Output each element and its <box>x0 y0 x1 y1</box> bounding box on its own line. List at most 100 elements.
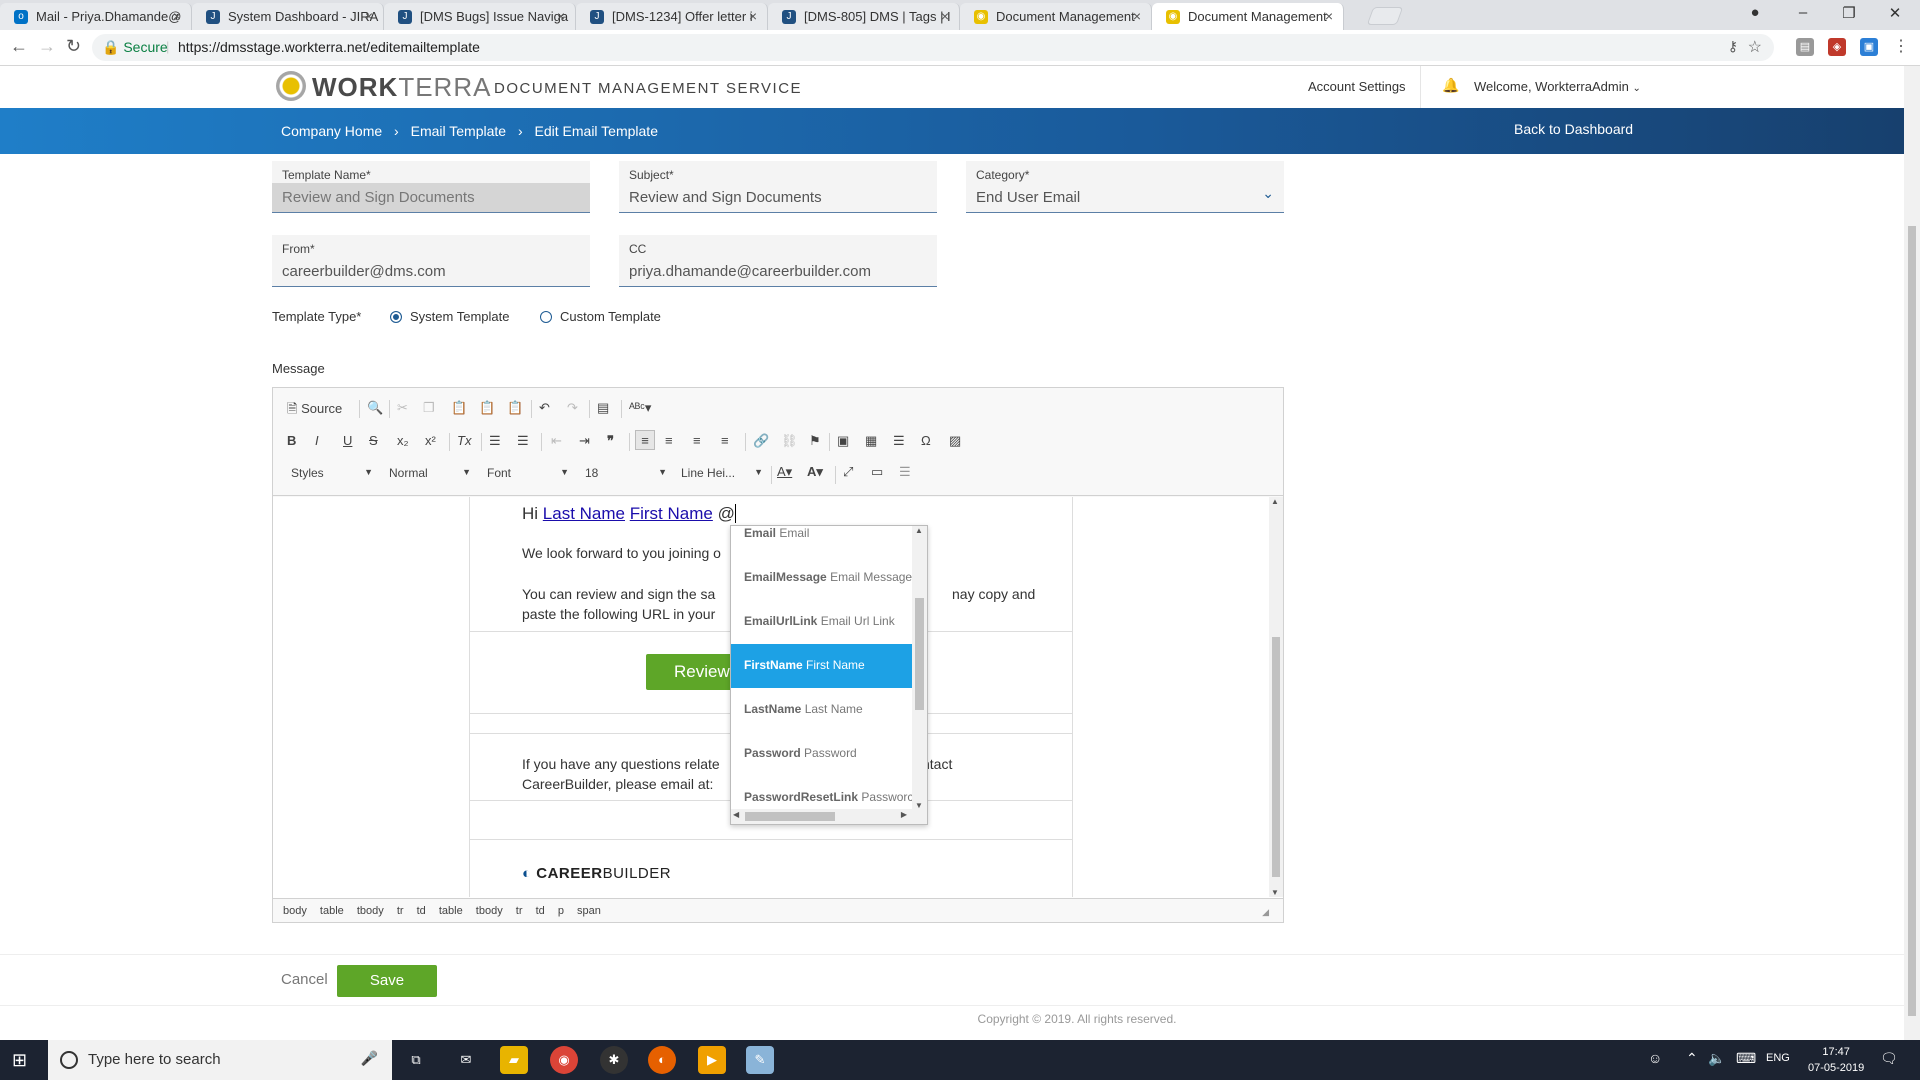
align-center-icon[interactable]: ≡ <box>665 433 673 448</box>
tray-expand-icon[interactable]: ⌃ <box>1686 1050 1698 1067</box>
secure-indicator[interactable]: 🔒 Secure <box>102 39 168 56</box>
image-icon[interactable]: ▨ <box>949 433 961 449</box>
browser-tab[interactable]: J System Dashboard - JIRA × <box>192 3 384 30</box>
path-item[interactable]: tr <box>516 905 523 917</box>
file-explorer-icon[interactable]: ▰ <box>500 1046 528 1074</box>
table-icon[interactable]: ▦ <box>865 433 877 449</box>
outdent-icon[interactable]: ⇤ <box>551 433 562 449</box>
mention-option-email[interactable]: Email Email <box>731 526 913 556</box>
browser-tab[interactable]: ◉ Document Management × <box>960 3 1152 30</box>
minimize-icon[interactable]: – <box>1788 4 1818 21</box>
browser-tab[interactable]: J [DMS-805] DMS | Tags | I × <box>768 3 960 30</box>
from-field[interactable]: From* careerbuilder@dms.com <box>272 235 590 287</box>
browser-tab[interactable]: J [DMS-1234] Offer letter i × <box>576 3 768 30</box>
editor-scroll-thumb[interactable] <box>1272 637 1280 877</box>
show-blocks-icon[interactable]: ☰ <box>899 464 911 480</box>
account-settings-link[interactable]: Account Settings <box>1308 79 1406 94</box>
firefox-icon[interactable]: ◐ <box>648 1046 676 1074</box>
path-item[interactable]: p <box>558 905 564 917</box>
bookmark-star-icon[interactable]: ☆ <box>1748 37 1762 57</box>
path-item[interactable]: td <box>417 905 426 917</box>
justify-icon[interactable]: ≡ <box>721 433 729 448</box>
last-name-placeholder[interactable]: Last Name <box>543 504 625 523</box>
radio-system-template[interactable]: System Template <box>390 309 509 324</box>
extension-icon[interactable]: ◈ <box>1828 38 1846 56</box>
undo-icon[interactable]: ↶ <box>539 400 550 416</box>
numbered-list-icon[interactable]: ☰ <box>489 433 501 449</box>
chrome-icon[interactable]: ◉ <box>550 1046 578 1074</box>
close-tab-icon[interactable]: × <box>557 8 565 24</box>
cut-icon[interactable]: ✂ <box>397 400 408 416</box>
close-window-icon[interactable]: ✕ <box>1880 4 1910 22</box>
maximize-icon[interactable]: ⤢ <box>843 464 853 480</box>
extension-icon[interactable]: ▣ <box>1860 38 1878 56</box>
subscript-icon[interactable]: x₂ <box>397 433 409 448</box>
remove-format-icon[interactable]: Tx <box>457 433 471 448</box>
cc-field[interactable]: CC priya.dhamande@careerbuilder.com <box>619 235 937 287</box>
notification-bell-icon[interactable]: 🔔 <box>1442 77 1459 94</box>
redo-icon[interactable]: ↷ <box>567 400 578 416</box>
subject-value[interactable]: Review and Sign Documents <box>629 189 822 206</box>
radio-selected-icon[interactable] <box>390 311 402 323</box>
path-item[interactable]: span <box>577 905 601 917</box>
url-field[interactable]: 🔒 Secure | https://dmsstage.workterra.ne… <box>92 34 1774 61</box>
breadcrumb-company-home[interactable]: Company Home <box>281 123 382 139</box>
notepad-icon[interactable]: ✎ <box>746 1046 774 1074</box>
scroll-down-arrow-icon[interactable]: ▼ <box>1271 888 1279 897</box>
chevron-down-icon[interactable]: ⌄ <box>1262 185 1274 202</box>
path-item[interactable]: body <box>283 905 307 917</box>
italic-icon[interactable]: I <box>315 433 319 448</box>
paste-word-icon[interactable]: 📋 <box>507 400 523 416</box>
key-icon[interactable]: ⚷ <box>1728 38 1738 55</box>
close-tab-icon[interactable]: × <box>1325 8 1333 24</box>
path-item[interactable]: table <box>320 905 344 917</box>
path-item[interactable]: tbody <box>357 905 384 917</box>
spellcheck-icon[interactable]: ᴬᴮᶜ▾ <box>629 400 651 416</box>
microphone-icon[interactable]: 🎤 <box>361 1050 378 1067</box>
dropdown-vertical-scrollbar[interactable]: ▲ ▼ <box>912 526 927 810</box>
menu-icon[interactable]: ⋮ <box>1892 38 1910 56</box>
subject-field[interactable]: Subject* Review and Sign Documents <box>619 161 937 213</box>
mention-option-emailmessage[interactable]: EmailMessage Email Message <box>731 556 913 600</box>
styles-dropdown[interactable]: Styles ▼ <box>291 466 373 486</box>
editor-vertical-scrollbar[interactable]: ▲ ▼ <box>1269 497 1283 897</box>
user-menu[interactable]: Welcome, WorkterraAdmin ⌄ <box>1474 79 1641 94</box>
path-item[interactable]: table <box>439 905 463 917</box>
people-icon[interactable]: ☺ <box>1648 1050 1662 1066</box>
mail-app-icon[interactable]: ✉ <box>452 1046 480 1074</box>
link-icon[interactable]: 🔗 <box>753 433 769 449</box>
dropdown-scroll-thumb[interactable] <box>915 598 924 710</box>
superscript-icon[interactable]: x² <box>425 433 436 448</box>
font-size-dropdown[interactable]: 18 ▼ <box>585 466 667 486</box>
back-to-dashboard-link[interactable]: Back to Dashboard <box>1514 121 1633 137</box>
close-tab-icon[interactable]: × <box>365 8 373 24</box>
cancel-button[interactable]: Cancel <box>281 971 328 988</box>
dropdown-horizontal-scrollbar[interactable]: ◀ ▶ <box>731 809 927 824</box>
unlink-icon[interactable]: ⛓ <box>781 433 798 449</box>
path-item[interactable]: td <box>536 905 545 917</box>
align-left-icon[interactable]: ≡ <box>635 430 655 450</box>
back-icon[interactable]: ← <box>10 36 28 57</box>
scroll-left-arrow-icon[interactable]: ◀ <box>733 810 739 819</box>
placeholder-field-icon[interactable]: ▭ <box>871 464 883 480</box>
anchor-flag-icon[interactable]: ⚑ <box>809 433 821 449</box>
breadcrumb-email-template[interactable]: Email Template <box>411 123 506 139</box>
path-item[interactable]: tr <box>397 905 404 917</box>
paste-text-icon[interactable]: 📋 <box>479 400 495 416</box>
radio-custom-template[interactable]: Custom Template <box>540 309 661 324</box>
resize-handle-icon[interactable]: ◢ <box>1262 907 1269 918</box>
taskbar-clock[interactable]: 17:47 07-05-2019 <box>1808 1044 1864 1076</box>
language-indicator[interactable]: ENG <box>1766 1052 1790 1064</box>
close-tab-icon[interactable]: × <box>173 8 181 24</box>
underline-icon[interactable]: U <box>343 433 352 448</box>
taskbar-search[interactable]: Type here to search 🎤 <box>48 1040 392 1080</box>
mention-option-firstname[interactable]: FirstName First Name <box>731 644 913 688</box>
paste-icon[interactable]: 📋 <box>451 400 467 416</box>
save-button[interactable]: Save <box>337 965 437 997</box>
scroll-up-arrow-icon[interactable]: ▲ <box>915 526 923 535</box>
horizontal-line-icon[interactable]: ☰ <box>893 433 905 449</box>
windows-start-icon[interactable]: ⊞ <box>12 1050 27 1071</box>
blockquote-icon[interactable]: ❞ <box>607 433 614 449</box>
browser-tab-active[interactable]: ◉ Document Management × <box>1152 3 1344 30</box>
source-button[interactable]: 🗎 Source <box>287 400 342 422</box>
